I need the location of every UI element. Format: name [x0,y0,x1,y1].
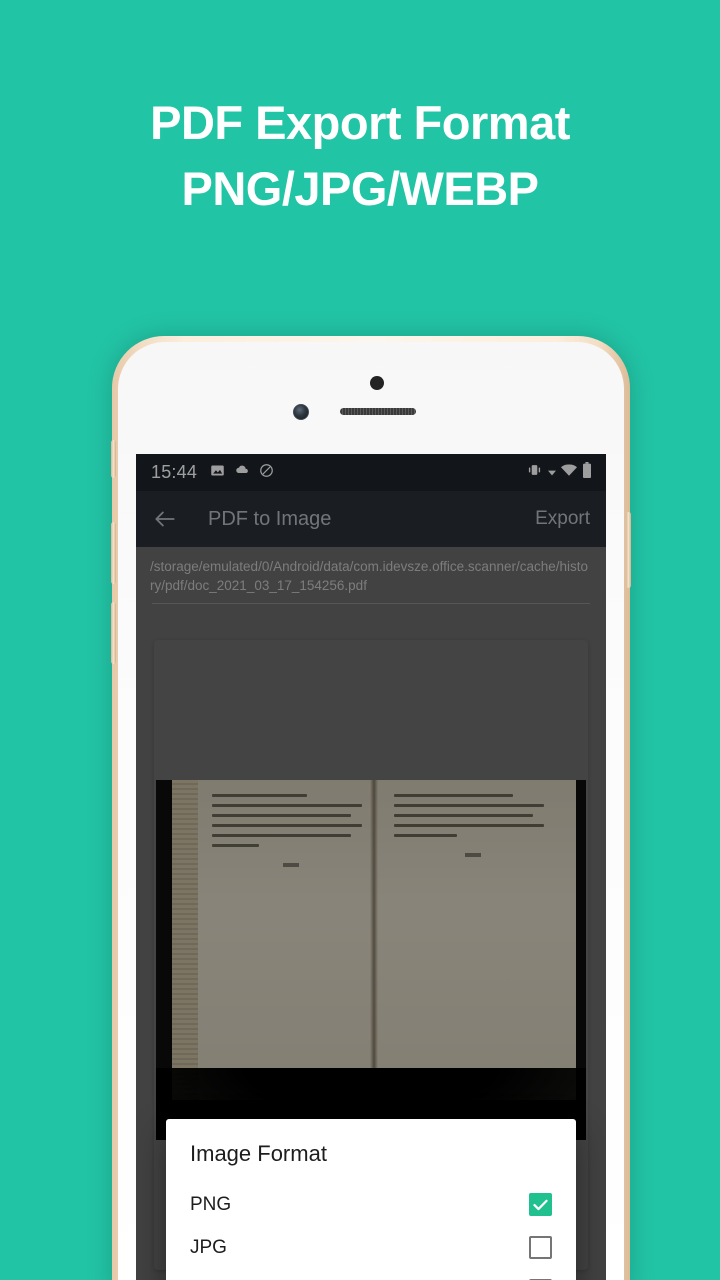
promo-headline: PDF Export Format PNG/JPG/WEBP [0,98,720,214]
mute-switch-button[interactable] [111,440,116,478]
format-option-png[interactable]: PNG [166,1183,576,1226]
volume-down-button[interactable] [111,602,116,664]
dialog-title: Image Format [190,1141,327,1166]
proximity-sensor-icon [370,376,384,390]
format-option-webp[interactable]: WEBP [166,1269,576,1280]
checkbox-jpg[interactable] [529,1236,552,1259]
power-button[interactable] [626,512,631,588]
format-option-label: PNG [190,1193,232,1215]
image-format-dialog: Image Format PNG JPG WEBP Ou [166,1119,576,1280]
volume-up-button[interactable] [111,522,116,584]
headline-line-1: PDF Export Format [150,96,570,149]
phone-screen: 15:44 PDF to Image Export /storage/emula… [136,454,606,1280]
earpiece-speaker-icon [340,408,416,415]
front-camera-icon [293,404,309,420]
checkbox-png[interactable] [529,1193,552,1216]
format-option-label: JPG [190,1236,227,1258]
headline-line-2: PNG/JPG/WEBP [181,161,539,215]
phone-mockup: 15:44 PDF to Image Export /storage/emula… [111,336,631,1280]
format-option-jpg[interactable]: JPG [166,1226,576,1269]
